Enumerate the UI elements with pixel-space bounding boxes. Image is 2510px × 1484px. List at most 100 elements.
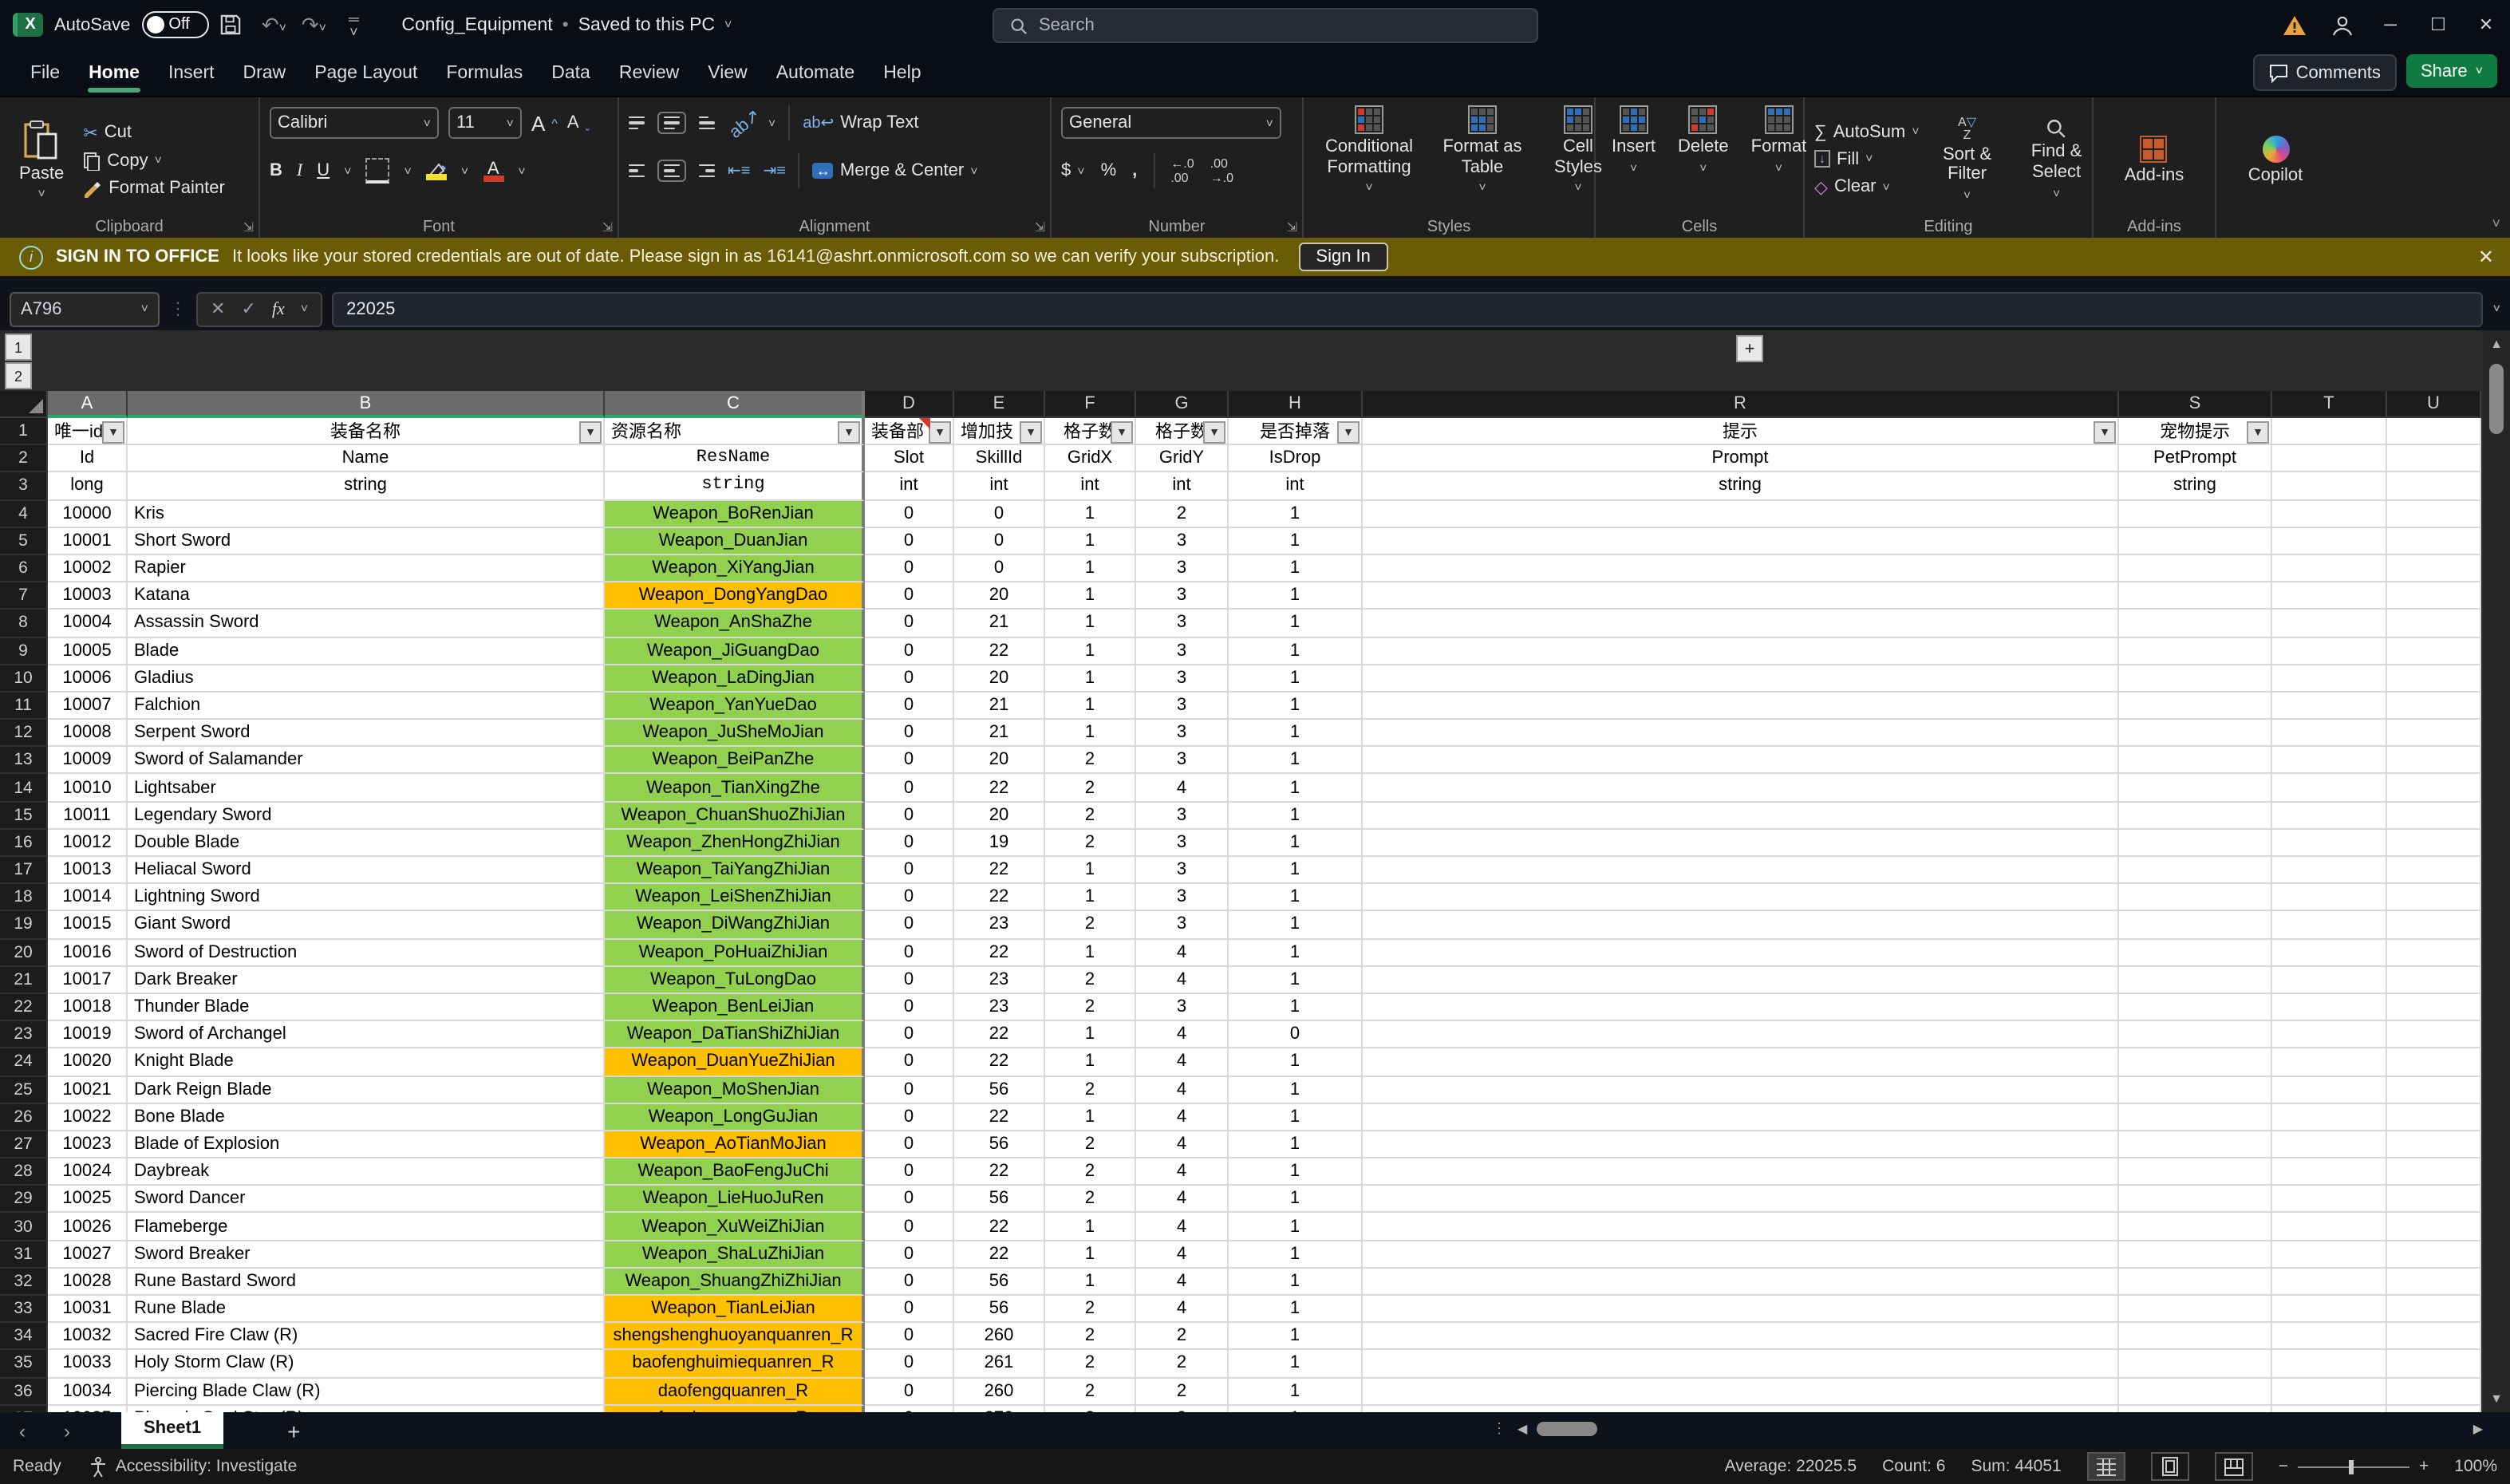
cell-name[interactable]: Rune Bastard Sword — [128, 1269, 605, 1296]
cell-e[interactable]: 23 — [954, 994, 1045, 1021]
filter-button-E[interactable]: ▼ — [1020, 421, 1042, 444]
cell-e[interactable]: 270 — [954, 1406, 1045, 1413]
column-header-G[interactable]: G — [1136, 391, 1229, 418]
cell-empty[interactable] — [2387, 1241, 2481, 1268]
cell-empty[interactable] — [2387, 1158, 2481, 1186]
cell-h[interactable]: 1 — [1229, 1049, 1363, 1076]
cell-g[interactable]: 4 — [1136, 1214, 1229, 1241]
cell-id[interactable]: 10016 — [48, 939, 128, 966]
filter-button-H[interactable]: ▼ — [1337, 421, 1360, 444]
cell-g[interactable]: 4 — [1136, 1241, 1229, 1268]
header-cell-C2[interactable]: ResName — [605, 445, 865, 472]
scroll-left-icon[interactable]: ◀ — [1517, 1422, 1527, 1436]
column-header-H[interactable]: H — [1229, 391, 1363, 418]
cell-d[interactable]: 0 — [865, 693, 954, 720]
wrap-text-button[interactable]: ab↩Wrap Text — [803, 113, 918, 132]
cell-h[interactable]: 0 — [1229, 1021, 1363, 1048]
cell-d[interactable]: 0 — [865, 802, 954, 829]
cell-f[interactable]: 1 — [1045, 1049, 1136, 1076]
cell-resname[interactable]: Weapon_ShuangZhiZhiJian — [605, 1269, 865, 1296]
cell-id[interactable]: 10015 — [48, 912, 128, 939]
cell-empty[interactable] — [2119, 1296, 2272, 1323]
filter-header-cell-C[interactable]: 资源名称▼ — [605, 418, 865, 445]
header-cell-B2[interactable]: Name — [128, 445, 605, 472]
cell-d[interactable]: 0 — [865, 1049, 954, 1076]
row-header-31[interactable]: 31 — [0, 1241, 48, 1268]
cell-empty[interactable] — [1363, 610, 2119, 637]
cell-h[interactable]: 1 — [1229, 637, 1363, 665]
cell-e[interactable]: 22 — [954, 1021, 1045, 1048]
cell-empty[interactable] — [2119, 582, 2272, 610]
header-cell-G3[interactable]: int — [1136, 473, 1229, 500]
tab-data[interactable]: Data — [537, 53, 605, 92]
cell-empty[interactable] — [1363, 1241, 2119, 1268]
delete-cells-button[interactable]: Delete˅ — [1671, 104, 1735, 215]
chevron-down-icon[interactable]: ˅ — [405, 164, 412, 178]
cell-d[interactable]: 0 — [865, 1269, 954, 1296]
cell-empty[interactable] — [2272, 830, 2387, 857]
cell-e[interactable]: 22 — [954, 1049, 1045, 1076]
cell-empty[interactable] — [2272, 665, 2387, 692]
cell-f[interactable]: 2 — [1045, 1076, 1136, 1103]
cell-f[interactable]: 1 — [1045, 1269, 1136, 1296]
cell-d[interactable]: 0 — [865, 582, 954, 610]
cell-h[interactable]: 1 — [1229, 1131, 1363, 1158]
cell-resname[interactable]: Weapon_ShaLuZhiJian — [605, 1241, 865, 1268]
tab-draw[interactable]: Draw — [229, 53, 301, 92]
cell-h[interactable]: 1 — [1229, 1351, 1363, 1378]
cell-empty[interactable] — [2119, 720, 2272, 747]
excel-app-icon[interactable]: X — [13, 13, 43, 37]
cell-name[interactable]: Bone Blade — [128, 1103, 605, 1131]
cell-empty[interactable] — [2272, 693, 2387, 720]
cell-resname[interactable]: Weapon_LongGuJian — [605, 1103, 865, 1131]
cell-name[interactable]: Daybreak — [128, 1158, 605, 1186]
cell-empty[interactable] — [2387, 1103, 2481, 1131]
cell-name[interactable]: Phoenix Soul Star (R) — [128, 1406, 605, 1413]
cell-e[interactable]: 22 — [954, 1214, 1045, 1241]
cell-id[interactable]: 10033 — [48, 1351, 128, 1378]
cell-e[interactable]: 22 — [954, 884, 1045, 911]
align-bottom-icon[interactable] — [699, 116, 715, 130]
row-header-18[interactable]: 18 — [0, 884, 48, 911]
cell-empty[interactable] — [2272, 1323, 2387, 1350]
cell-name[interactable]: Gladius — [128, 665, 605, 692]
cell-empty[interactable] — [2119, 1131, 2272, 1158]
account-avatar-icon[interactable] — [2319, 0, 2366, 49]
header-cell-R2[interactable]: Prompt — [1363, 445, 2119, 472]
cell-f[interactable]: 1 — [1045, 720, 1136, 747]
dialog-launcher-icon[interactable]: ⇲ — [1035, 220, 1045, 235]
cell-d[interactable]: 0 — [865, 555, 954, 582]
header-cell-H2[interactable]: IsDrop — [1229, 445, 1363, 472]
cell-h[interactable]: 1 — [1229, 720, 1363, 747]
cell-resname[interactable]: Weapon_DiWangZhiJian — [605, 912, 865, 939]
cell-h[interactable]: 1 — [1229, 1158, 1363, 1186]
row-header-35[interactable]: 35 — [0, 1351, 48, 1378]
cell-empty[interactable] — [2119, 555, 2272, 582]
increase-decimal-icon[interactable]: ←.0.00 — [1170, 156, 1194, 185]
cell-empty[interactable] — [2387, 1323, 2481, 1350]
cell-empty[interactable] — [2119, 884, 2272, 911]
cell-empty[interactable] — [2387, 967, 2481, 994]
cell-empty[interactable] — [2119, 748, 2272, 775]
cell-f[interactable]: 2 — [1045, 912, 1136, 939]
row-header-22[interactable]: 22 — [0, 994, 48, 1021]
cell-d[interactable]: 0 — [865, 1158, 954, 1186]
cell-f[interactable]: 2 — [1045, 967, 1136, 994]
cell-e[interactable]: 20 — [954, 748, 1045, 775]
cell-empty[interactable] — [1363, 1021, 2119, 1048]
number-format-select[interactable]: General˅ — [1061, 107, 1281, 139]
column-header-E[interactable]: E — [954, 391, 1045, 418]
cell-name[interactable]: Knight Blade — [128, 1049, 605, 1076]
cell-g[interactable]: 3 — [1136, 555, 1229, 582]
tab-insert[interactable]: Insert — [154, 53, 229, 92]
cell-empty[interactable] — [2272, 1131, 2387, 1158]
cell-h[interactable]: 1 — [1229, 528, 1363, 555]
format-painter-button[interactable]: Format Painter — [83, 178, 225, 197]
cell-e[interactable]: 23 — [954, 967, 1045, 994]
cell-name[interactable]: Blade — [128, 637, 605, 665]
cell-empty[interactable] — [2272, 500, 2387, 527]
cell-empty[interactable] — [2272, 1076, 2387, 1103]
cell-name[interactable]: Sword Dancer — [128, 1186, 605, 1214]
cell-empty[interactable] — [2387, 1296, 2481, 1323]
increase-indent-icon[interactable]: ⇥≡ — [763, 162, 785, 180]
